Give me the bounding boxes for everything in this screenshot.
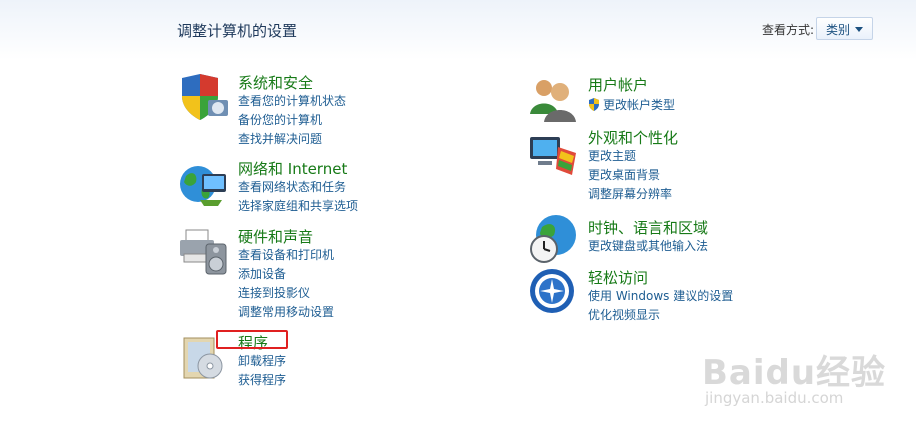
link-devices-printers[interactable]: 查看设备和打印机 — [238, 246, 334, 265]
link-adjust-resolution[interactable]: 调整屏幕分辨率 — [588, 185, 672, 204]
uac-shield-icon — [589, 98, 599, 111]
category-hardware-sound: 硬件和声音 查看设备和打印机 添加设备 连接到投影仪 调整常用移动设置 — [178, 226, 498, 326]
link-label: 更改帐户类型 — [603, 98, 676, 112]
link-homegroup-sharing[interactable]: 选择家庭组和共享选项 — [238, 197, 358, 216]
category-title[interactable]: 用户帐户 — [588, 74, 648, 95]
shield-computer-icon — [182, 74, 228, 120]
ease-of-access-icon — [530, 269, 574, 313]
link-change-account-type[interactable]: 更改帐户类型 — [588, 96, 675, 115]
link-change-theme[interactable]: 更改主题 — [588, 147, 672, 166]
link-network-status[interactable]: 查看网络状态和任务 — [238, 178, 358, 197]
category-user-accounts: 用户帐户 更改帐户类型 — [528, 74, 848, 122]
link-troubleshoot[interactable]: 查找并解决问题 — [238, 130, 346, 149]
link-change-desktop-background[interactable]: 更改桌面背景 — [588, 166, 672, 185]
category-title[interactable]: 系统和安全 — [238, 72, 313, 93]
link-mobility-settings[interactable]: 调整常用移动设置 — [238, 303, 334, 322]
link-add-device[interactable]: 添加设备 — [238, 265, 334, 284]
chevron-down-icon — [855, 27, 863, 32]
view-by-value: 类别 — [826, 23, 851, 37]
category-title[interactable]: 硬件和声音 — [238, 226, 313, 247]
page-title: 调整计算机的设置 — [177, 22, 298, 40]
link-optimize-display[interactable]: 优化视频显示 — [588, 306, 733, 325]
link-view-computer-status[interactable]: 查看您的计算机状态 — [238, 92, 346, 111]
category-clock-language: 时钟、语言和区域 更改键盘或其他输入法 — [528, 215, 848, 265]
category-ease-of-access: 轻松访问 使用 Windows 建议的设置 优化视频显示 — [528, 267, 848, 327]
link-get-programs[interactable]: 获得程序 — [238, 371, 286, 390]
network-globe-icon — [180, 166, 226, 206]
watermark-url: jingyan.baidu.com — [705, 389, 844, 407]
category-title[interactable]: 外观和个性化 — [588, 127, 678, 148]
printer-speaker-icon — [180, 229, 227, 275]
view-by-label: 查看方式: — [762, 23, 815, 37]
category-title[interactable]: 轻松访问 — [588, 267, 648, 288]
link-backup-computer[interactable]: 备份您的计算机 — [238, 111, 346, 130]
clock-globe-icon — [530, 215, 576, 263]
view-by-dropdown[interactable]: 类别 — [816, 17, 873, 40]
watermark-logo: Baidu经验 — [702, 353, 887, 393]
category-appearance: 外观和个性化 更改主题 更改桌面背景 调整屏幕分辨率 — [528, 127, 848, 207]
link-uninstall-program[interactable]: 卸载程序 — [238, 352, 286, 371]
category-title[interactable]: 时钟、语言和区域 — [588, 217, 708, 238]
link-recommended-settings[interactable]: 使用 Windows 建议的设置 — [588, 287, 733, 306]
link-change-keyboard-input[interactable]: 更改键盘或其他输入法 — [588, 237, 708, 256]
monitor-palette-icon — [530, 137, 576, 175]
link-connect-projector[interactable]: 连接到投影仪 — [238, 284, 334, 303]
highlight-annotation — [216, 330, 288, 349]
category-title[interactable]: 网络和 Internet — [238, 158, 347, 179]
category-network: 网络和 Internet 查看网络状态和任务 选择家庭组和共享选项 — [178, 158, 498, 218]
users-icon — [530, 80, 576, 122]
category-system-security: 系统和安全 查看您的计算机状态 备份您的计算机 查找并解决问题 — [178, 72, 498, 152]
